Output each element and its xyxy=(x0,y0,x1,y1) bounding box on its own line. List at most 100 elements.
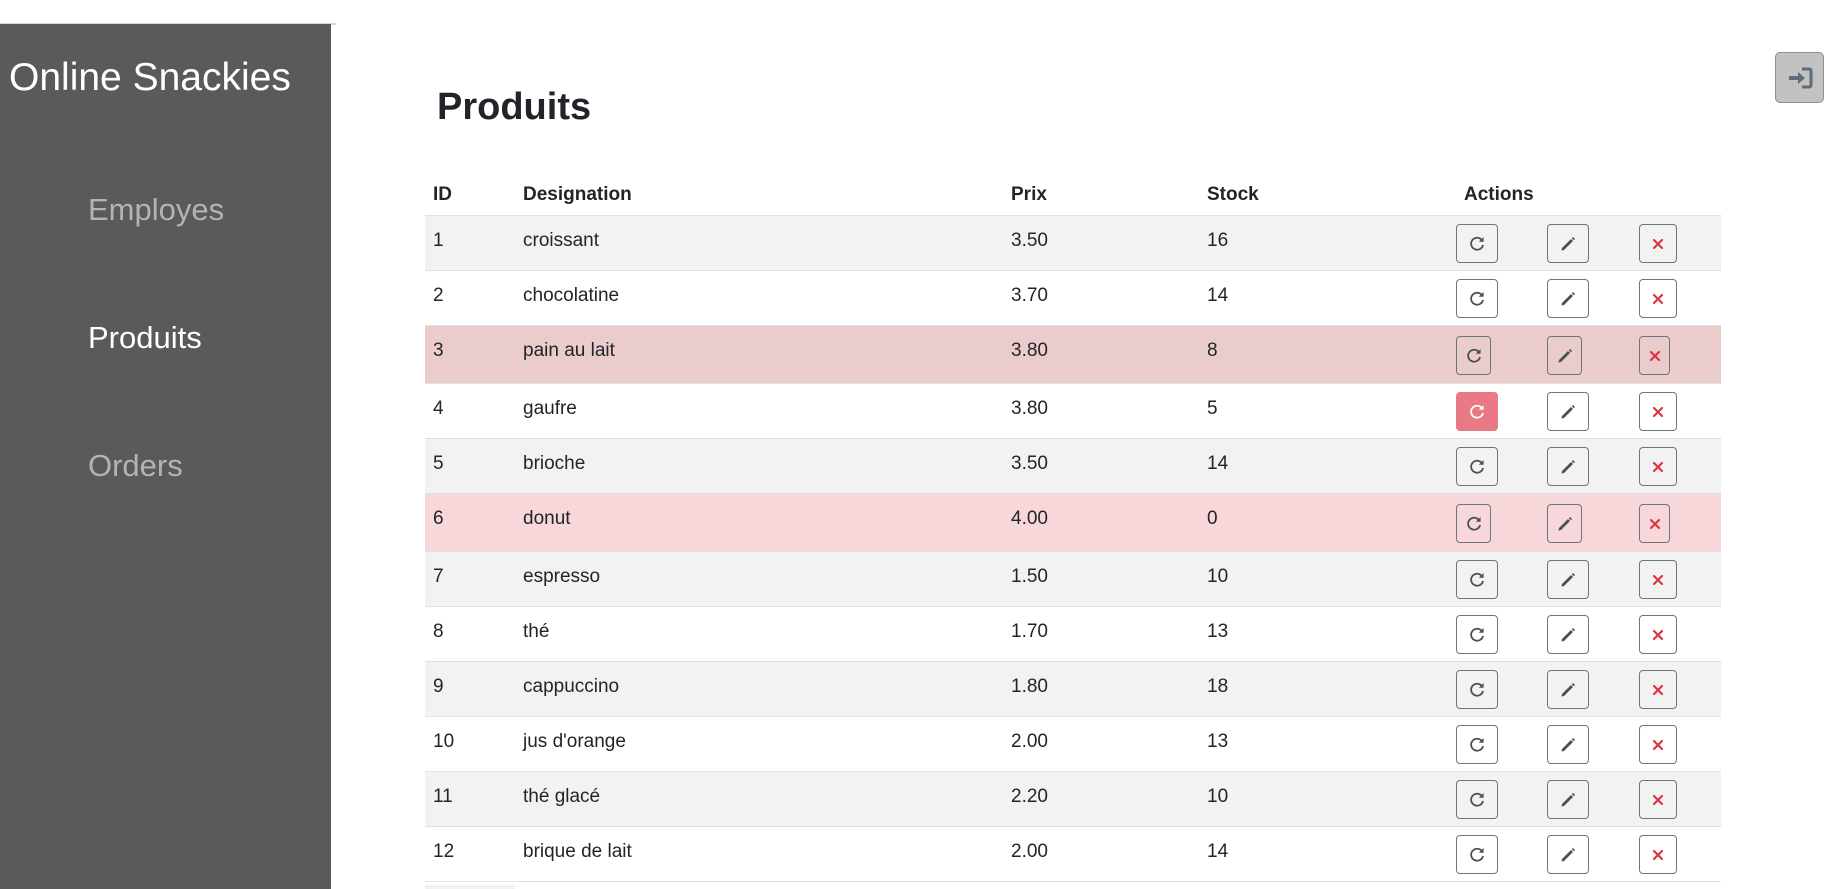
logout-button[interactable] xyxy=(1775,52,1824,103)
cell-id: 1 xyxy=(433,230,444,251)
cell-prix: 1.80 xyxy=(1011,676,1048,697)
edit-button[interactable] xyxy=(1547,392,1589,431)
delete-button[interactable] xyxy=(1639,504,1670,543)
table-header: ID Designation Prix Stock Actions xyxy=(425,174,1721,216)
cell-designation: brioche xyxy=(523,453,586,474)
pencil-icon xyxy=(1561,682,1575,696)
column-header-id: ID xyxy=(433,184,452,205)
refresh-button[interactable] xyxy=(1456,725,1498,764)
delete-button[interactable] xyxy=(1639,224,1677,263)
cell-id: 7 xyxy=(433,566,444,587)
pencil-icon xyxy=(1558,348,1572,362)
refresh-icon xyxy=(1470,847,1484,862)
cell-id: 6 xyxy=(433,508,444,529)
table-row: 5 brioche 3.50 14 xyxy=(425,439,1721,494)
delete-button[interactable] xyxy=(1639,670,1677,709)
close-icon xyxy=(1652,293,1664,304)
refresh-icon xyxy=(1470,737,1484,752)
edit-button[interactable] xyxy=(1547,780,1589,819)
delete-button[interactable] xyxy=(1639,447,1677,486)
close-icon xyxy=(1652,849,1664,860)
edit-button[interactable] xyxy=(1547,615,1589,654)
cell-prix: 3.50 xyxy=(1011,453,1048,474)
table-row: 6 donut 4.00 0 xyxy=(425,494,1721,552)
refresh-button[interactable] xyxy=(1456,560,1498,599)
page-title: Produits xyxy=(437,86,592,128)
cell-stock: 18 xyxy=(1207,676,1229,697)
delete-button[interactable] xyxy=(1639,615,1677,654)
delete-button[interactable] xyxy=(1639,835,1677,874)
table-row: 10 jus d'orange 2.00 13 xyxy=(425,717,1721,772)
sidebar-item-employes[interactable]: Employes xyxy=(88,192,224,228)
edit-button[interactable] xyxy=(1547,447,1589,486)
edit-button[interactable] xyxy=(1547,835,1589,874)
cell-prix: 2.20 xyxy=(1011,786,1048,807)
cell-designation: jus d'orange xyxy=(523,731,626,752)
table-body: 1 croissant 3.50 16 2 chocolatine 3.70 1… xyxy=(425,216,1721,882)
pencil-icon xyxy=(1561,572,1575,586)
cell-id: 9 xyxy=(433,676,444,697)
refresh-button[interactable] xyxy=(1456,615,1498,654)
cell-designation: thé xyxy=(523,621,550,642)
sidebar: Online Snackies Employes Produits Orders xyxy=(0,24,331,889)
refresh-icon xyxy=(1466,516,1481,531)
edit-button[interactable] xyxy=(1547,560,1589,599)
edit-button[interactable] xyxy=(1547,504,1582,543)
cell-prix: 2.00 xyxy=(1011,731,1048,752)
refresh-button[interactable] xyxy=(1456,504,1491,543)
app-brand: Online Snackies xyxy=(9,56,291,99)
close-icon xyxy=(1652,461,1664,472)
sidebar-item-produits[interactable]: Produits xyxy=(88,320,202,356)
edit-button[interactable] xyxy=(1547,336,1582,375)
close-icon xyxy=(1652,574,1664,585)
refresh-icon xyxy=(1470,682,1484,697)
table-row: 3 pain au lait 3.80 8 xyxy=(425,326,1721,384)
cell-designation: espresso xyxy=(523,566,601,587)
table-row: 4 gaufre 3.80 5 xyxy=(425,384,1721,439)
pencil-icon xyxy=(1561,847,1575,861)
cell-designation: chocolatine xyxy=(523,285,620,306)
refresh-button[interactable] xyxy=(1456,447,1498,486)
delete-button[interactable] xyxy=(1639,336,1670,375)
cell-stock: 0 xyxy=(1207,508,1218,529)
delete-button[interactable] xyxy=(1639,560,1677,599)
cell-stock: 8 xyxy=(1207,340,1218,361)
close-icon xyxy=(1652,739,1664,750)
delete-button[interactable] xyxy=(1639,780,1677,819)
refresh-button[interactable] xyxy=(1456,835,1498,874)
close-icon xyxy=(1652,684,1664,695)
delete-button[interactable] xyxy=(1639,279,1677,318)
pencil-icon xyxy=(1561,404,1575,418)
cell-designation: croissant xyxy=(523,230,600,251)
cell-id: 10 xyxy=(433,731,455,752)
cell-prix: 3.70 xyxy=(1011,285,1048,306)
delete-button[interactable] xyxy=(1639,392,1677,431)
refresh-icon xyxy=(1470,404,1484,419)
edit-button[interactable] xyxy=(1547,279,1589,318)
close-icon xyxy=(1652,238,1664,249)
cell-stock: 14 xyxy=(1207,285,1229,306)
cell-id: 3 xyxy=(433,340,444,361)
refresh-button[interactable] xyxy=(1456,780,1498,819)
refresh-button[interactable] xyxy=(1456,224,1498,263)
refresh-icon xyxy=(1466,348,1481,363)
cell-prix: 1.70 xyxy=(1011,621,1048,642)
refresh-button[interactable] xyxy=(1456,392,1498,431)
edit-button[interactable] xyxy=(1547,224,1589,263)
pencil-icon xyxy=(1558,516,1572,530)
refresh-icon xyxy=(1470,459,1484,474)
pencil-icon xyxy=(1561,792,1575,806)
close-icon xyxy=(1649,518,1660,529)
edit-button[interactable] xyxy=(1547,725,1589,764)
edit-button[interactable] xyxy=(1547,670,1589,709)
pencil-icon xyxy=(1561,627,1575,641)
refresh-icon xyxy=(1470,792,1484,807)
sidebar-item-orders[interactable]: Orders xyxy=(88,448,183,484)
refresh-button[interactable] xyxy=(1456,279,1498,318)
cell-prix: 1.50 xyxy=(1011,566,1048,587)
column-header-designation: Designation xyxy=(523,184,632,205)
close-icon xyxy=(1652,629,1664,640)
refresh-button[interactable] xyxy=(1456,670,1498,709)
refresh-button[interactable] xyxy=(1456,336,1491,375)
delete-button[interactable] xyxy=(1639,725,1677,764)
